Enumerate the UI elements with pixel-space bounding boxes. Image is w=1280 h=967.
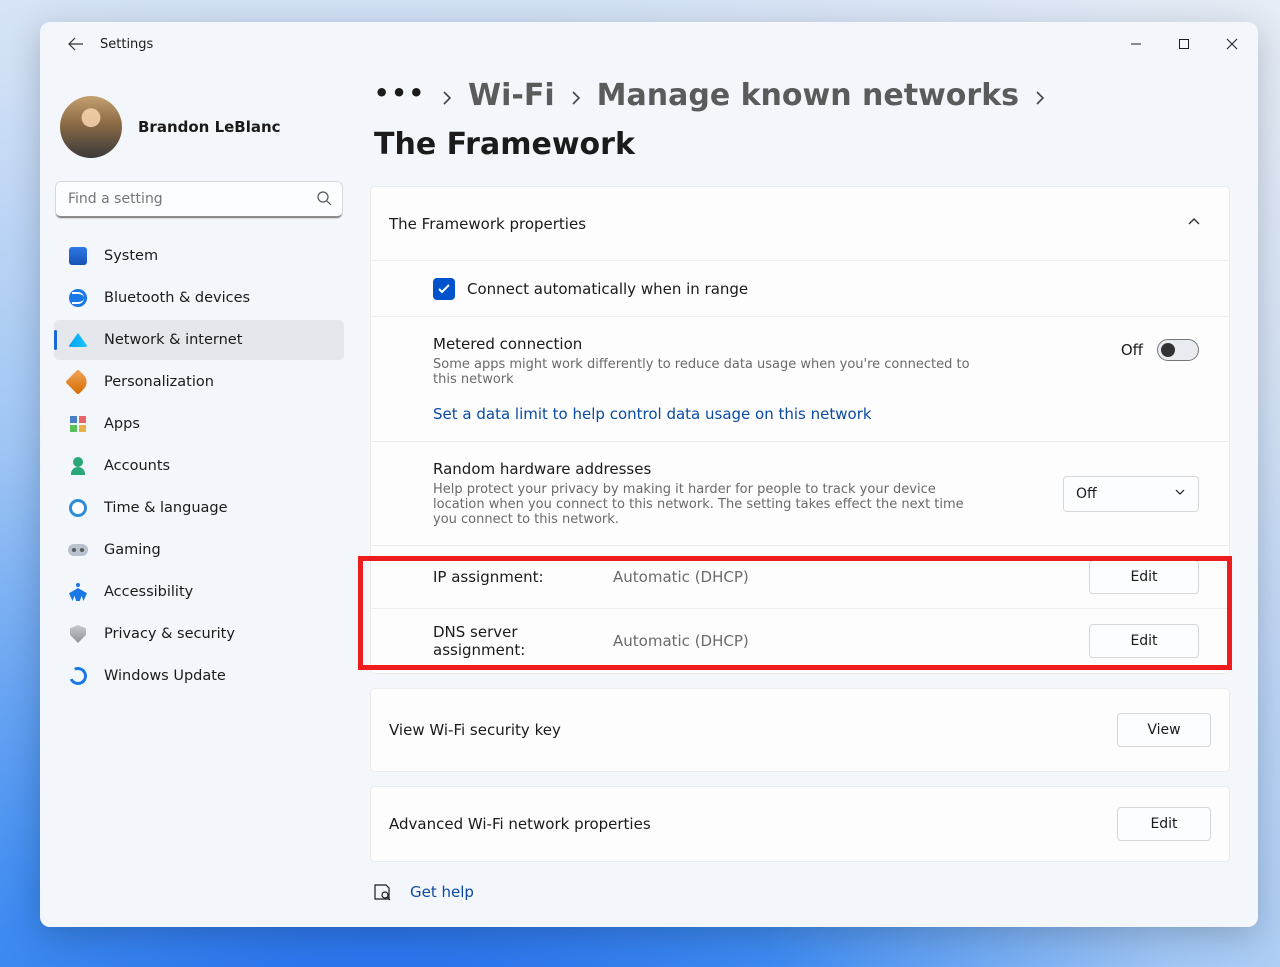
nav: System Bluetooth & devices Network & int… [54,236,344,696]
security-key-view-button[interactable]: View [1117,713,1211,747]
advanced-row: Advanced Wi-Fi network properties Edit [371,787,1229,861]
dns-edit-button[interactable]: Edit [1089,624,1199,658]
clock-icon [68,498,88,518]
security-key-row: View Wi-Fi security key View [371,689,1229,771]
wifi-icon [68,330,88,350]
bluetooth-icon [68,288,88,308]
metered-title: Metered connection [433,335,973,353]
person-icon [68,456,88,476]
sidebar-item-bluetooth[interactable]: Bluetooth & devices [54,278,344,318]
chevron-right-icon [569,78,583,113]
rha-desc: Help protect your privacy by making it h… [433,482,973,527]
sidebar-item-label: Time & language [104,500,228,516]
window-controls [1112,24,1256,64]
breadcrumb-known-networks[interactable]: Manage known networks [597,78,1019,113]
ip-edit-button[interactable]: Edit [1089,560,1199,594]
settings-window: Settings Brandon LeBlanc System Bluetoot… [40,22,1258,927]
user-info[interactable]: Brandon LeBlanc [60,96,344,158]
dns-assignment-row: DNS server assignment: Automatic (DHCP) … [371,609,1229,673]
chevron-down-icon [1174,486,1186,502]
ip-assignment-row: IP assignment: Automatic (DHCP) Edit [371,546,1229,609]
breadcrumb: ••• Wi-Fi Manage known networks The Fram… [370,78,1230,162]
breadcrumb-wifi[interactable]: Wi-Fi [468,78,555,113]
rha-selected: Off [1076,486,1097,502]
sidebar-item-label: Gaming [104,542,161,558]
chevron-up-icon [1187,214,1201,233]
sidebar-item-network[interactable]: Network & internet [54,320,344,360]
rha-row: Random hardware addresses Help protect y… [371,442,1229,546]
properties-expander[interactable]: The Framework properties [371,187,1229,261]
properties-panel: The Framework properties Connect automat… [370,186,1230,674]
advanced-edit-button[interactable]: Edit [1117,807,1211,841]
sidebar-item-accessibility[interactable]: Accessibility [54,572,344,612]
gamepad-icon [68,540,88,560]
main-content: ••• Wi-Fi Manage known networks The Fram… [358,66,1258,927]
sidebar-item-label: Personalization [104,374,214,390]
back-button[interactable] [56,24,96,64]
connect-auto-row: Connect automatically when in range [371,261,1229,317]
sidebar-item-apps[interactable]: Apps [54,404,344,444]
title-bar: Settings [40,22,1258,66]
security-key-label: View Wi-Fi security key [389,721,561,739]
refresh-icon [68,666,88,686]
breadcrumb-overflow[interactable]: ••• [374,79,426,113]
chevron-right-icon [440,78,454,113]
advanced-panel: Advanced Wi-Fi network properties Edit [370,786,1230,862]
sidebar-item-label: Accounts [104,458,170,474]
sidebar-item-label: Apps [104,416,140,432]
minimize-button[interactable] [1112,24,1160,64]
sidebar-item-label: Privacy & security [104,626,235,642]
sidebar-item-gaming[interactable]: Gaming [54,530,344,570]
sidebar-item-time-language[interactable]: Time & language [54,488,344,528]
get-help-row: Get help [372,882,1230,902]
metered-toggle[interactable] [1157,339,1199,361]
sidebar-item-label: System [104,248,158,264]
ip-label: IP assignment: [433,568,613,586]
dns-value: Automatic (DHCP) [613,632,1089,650]
search-input[interactable] [56,182,342,218]
panel-heading: The Framework properties [389,215,586,233]
rha-dropdown[interactable]: Off [1063,476,1199,512]
chevron-right-icon [1033,78,1047,113]
dns-label: DNS server assignment: [433,623,613,659]
close-button[interactable] [1208,24,1256,64]
search-icon [316,190,332,210]
accessibility-icon [68,582,88,602]
app-title: Settings [100,37,153,52]
metered-state: Off [1121,341,1143,359]
sidebar-item-accounts[interactable]: Accounts [54,446,344,486]
user-name: Brandon LeBlanc [138,118,281,136]
sidebar-item-windows-update[interactable]: Windows Update [54,656,344,696]
breadcrumb-current: The Framework [374,127,635,162]
apps-icon [68,414,88,434]
sidebar-item-label: Accessibility [104,584,193,600]
get-help-link[interactable]: Get help [410,883,474,901]
sidebar-item-label: Windows Update [104,668,226,684]
metered-data-limit-link[interactable]: Set a data limit to help control data us… [433,405,872,423]
shield-icon [68,624,88,644]
sidebar-item-label: Bluetooth & devices [104,290,250,306]
advanced-label: Advanced Wi-Fi network properties [389,815,651,833]
sidebar-item-privacy[interactable]: Privacy & security [54,614,344,654]
metered-row: Metered connection Some apps might work … [371,317,1229,442]
help-icon [372,882,392,902]
avatar [60,96,122,158]
sidebar-item-label: Network & internet [104,332,242,348]
connect-auto-checkbox[interactable] [433,278,455,300]
maximize-button[interactable] [1160,24,1208,64]
rha-title: Random hardware addresses [433,460,973,478]
sidebar: Brandon LeBlanc System Bluetooth & devic… [40,66,358,927]
metered-toggle-group: Off [1121,335,1199,361]
connect-auto-label: Connect automatically when in range [467,280,748,298]
brush-icon [68,372,88,392]
metered-desc: Some apps might work differently to redu… [433,357,973,387]
security-key-panel: View Wi-Fi security key View [370,688,1230,772]
sidebar-item-system[interactable]: System [54,236,344,276]
search-box [56,182,342,218]
monitor-icon [68,246,88,266]
sidebar-item-personalization[interactable]: Personalization [54,362,344,402]
ip-value: Automatic (DHCP) [613,568,1089,586]
